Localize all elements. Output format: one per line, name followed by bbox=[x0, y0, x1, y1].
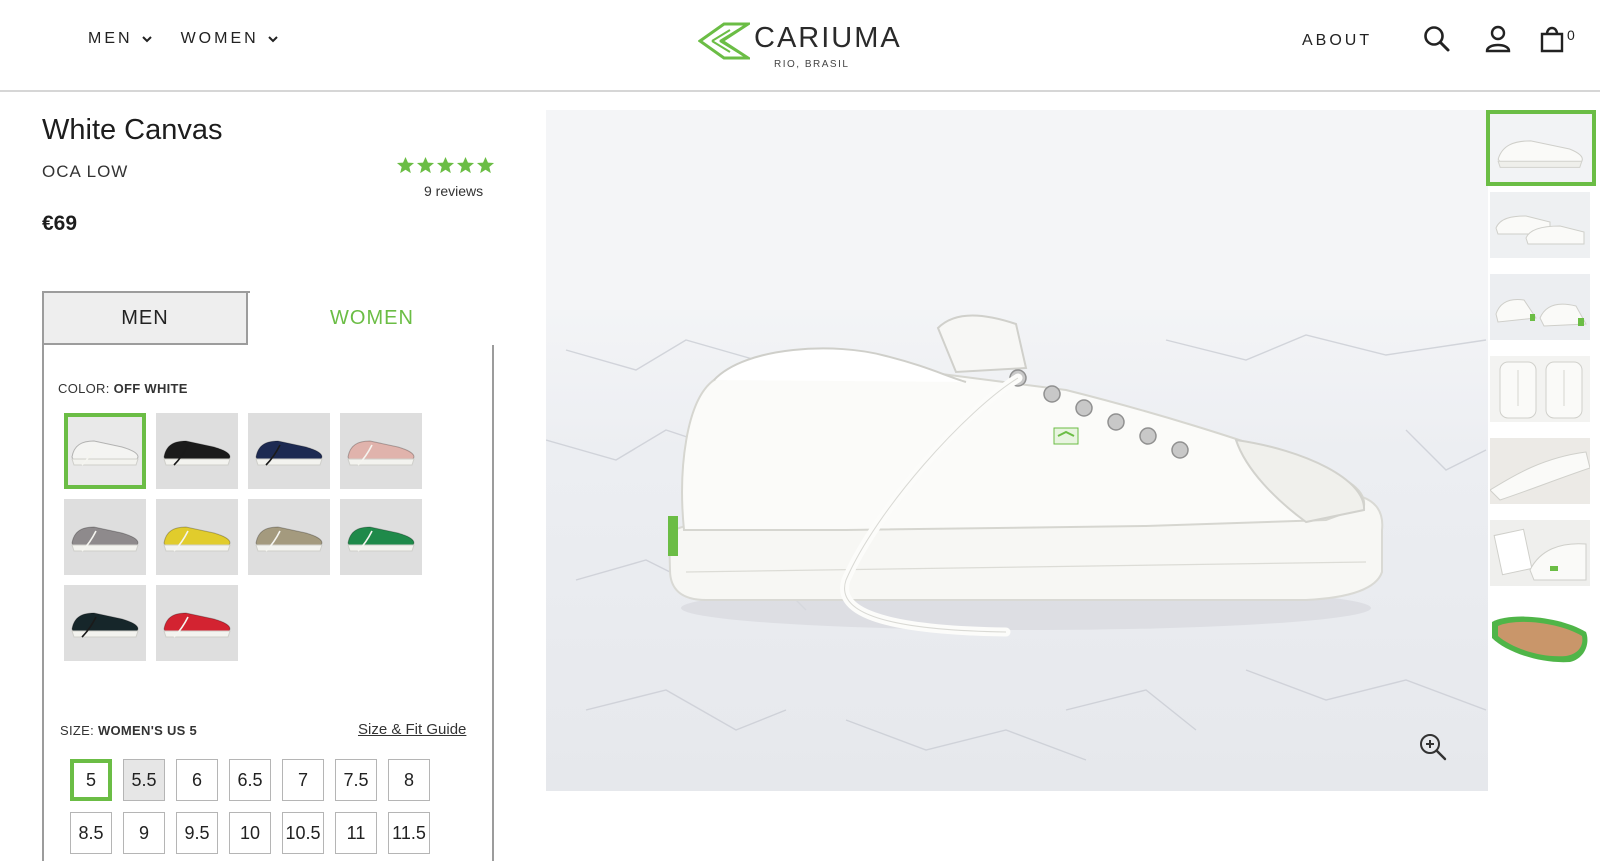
chevron-down-icon bbox=[267, 36, 278, 43]
size-option[interactable]: 11 bbox=[335, 812, 377, 854]
sneaker-side-thumbnail-image bbox=[1490, 438, 1590, 504]
color-swatch[interactable] bbox=[340, 413, 422, 489]
product-model: OCA LOW bbox=[42, 162, 129, 181]
tab-women[interactable]: WOMEN bbox=[250, 291, 494, 345]
search-button[interactable] bbox=[1420, 22, 1454, 56]
color-swatch[interactable] bbox=[340, 499, 422, 575]
star-icon bbox=[396, 156, 415, 174]
nav-men-label: MEN bbox=[88, 30, 133, 47]
size-option[interactable]: 6 bbox=[176, 759, 218, 801]
user-icon bbox=[1485, 25, 1511, 53]
nav-men[interactable]: MEN bbox=[88, 30, 153, 48]
size-option[interactable]: 8.5 bbox=[70, 812, 112, 854]
star-icon bbox=[456, 156, 475, 174]
color-swatch[interactable] bbox=[64, 585, 146, 661]
shoe-swatch-image bbox=[347, 526, 415, 552]
sneaker-top-thumbnail-image bbox=[1490, 356, 1590, 422]
size-value: WOMEN'S US 5 bbox=[97, 723, 198, 738]
color-swatch[interactable] bbox=[156, 499, 238, 575]
leaf-logo-icon bbox=[698, 22, 750, 60]
variant-selector: MEN WOMEN COLOR: OFF WHITE SIZE: WOMEN'S… bbox=[42, 291, 494, 861]
size-option[interactable]: 5.5 bbox=[123, 759, 165, 801]
nav-women-label: WOMEN bbox=[180, 30, 259, 47]
color-value: OFF WHITE bbox=[113, 381, 188, 396]
color-swatch[interactable] bbox=[248, 413, 330, 489]
size-option[interactable]: 6.5 bbox=[229, 759, 271, 801]
bag-icon bbox=[1540, 26, 1564, 53]
logo-wordmark: CARIUMA bbox=[754, 22, 902, 54]
nav-women[interactable]: WOMEN bbox=[181, 30, 279, 48]
thumbnail-2[interactable] bbox=[1490, 192, 1590, 258]
nav-about[interactable]: ABOUT bbox=[1302, 32, 1372, 50]
shoe-swatch-image bbox=[163, 440, 231, 466]
color-swatch[interactable] bbox=[64, 413, 146, 489]
size-fit-guide-link[interactable]: Size & Fit Guide bbox=[358, 721, 466, 738]
color-swatch[interactable] bbox=[156, 585, 238, 661]
thumbnail-3[interactable] bbox=[1490, 274, 1590, 340]
reviews-link[interactable]: 9 reviews bbox=[424, 183, 483, 199]
thumbnail-4[interactable] bbox=[1490, 356, 1590, 422]
rating-stars[interactable] bbox=[396, 156, 495, 175]
insole-thumbnail-image bbox=[1490, 602, 1590, 668]
search-icon bbox=[1424, 26, 1450, 52]
cart-button[interactable] bbox=[1535, 22, 1569, 56]
color-swatch[interactable] bbox=[156, 413, 238, 489]
cart-count-badge: 0 bbox=[1567, 27, 1575, 43]
sneaker-box-thumbnail-image bbox=[1490, 520, 1590, 586]
account-button[interactable] bbox=[1481, 22, 1515, 56]
site-header: MEN WOMEN CARIUMA RIO, BRASIL ABOUT 0 bbox=[0, 0, 1600, 92]
size-option[interactable]: 10.5 bbox=[282, 812, 324, 854]
shoe-swatch-image bbox=[71, 440, 139, 466]
chevron-down-icon bbox=[141, 36, 152, 43]
star-icon bbox=[476, 156, 495, 174]
star-icon bbox=[416, 156, 435, 174]
product-title: White Canvas bbox=[42, 114, 223, 146]
size-option[interactable]: 11.5 bbox=[388, 812, 430, 854]
shoe-swatch-image bbox=[71, 526, 139, 552]
size-option[interactable]: 10 bbox=[229, 812, 271, 854]
color-swatch[interactable] bbox=[248, 499, 330, 575]
size-option[interactable]: 9.5 bbox=[176, 812, 218, 854]
shoe-swatch-image bbox=[255, 526, 323, 552]
color-swatch[interactable] bbox=[64, 499, 146, 575]
thumbnail-7[interactable] bbox=[1490, 602, 1590, 668]
size-label: SIZE: WOMEN'S US 5 bbox=[60, 723, 197, 738]
sneaker-pair-thumbnail-image bbox=[1490, 192, 1590, 258]
size-label-prefix: SIZE: bbox=[60, 723, 95, 738]
thumbnail-5[interactable] bbox=[1490, 438, 1590, 504]
shoe-swatch-image bbox=[347, 440, 415, 466]
product-price: €69 bbox=[42, 212, 78, 235]
primary-nav: MEN WOMEN bbox=[88, 30, 279, 48]
brand-logo[interactable]: CARIUMA RIO, BRASIL bbox=[698, 20, 908, 72]
thumbnail-6[interactable] bbox=[1490, 520, 1590, 586]
zoom-in-icon[interactable] bbox=[1418, 732, 1448, 762]
tab-men[interactable]: MEN bbox=[42, 291, 248, 345]
sneaker-rear-thumbnail-image bbox=[1490, 274, 1590, 340]
size-option[interactable]: 7.5 bbox=[335, 759, 377, 801]
size-option[interactable]: 8 bbox=[388, 759, 430, 801]
sneaker-thumbnail-image bbox=[1490, 114, 1592, 182]
size-options: 5 5.5 6 6.5 7 7.5 8 8.5 9 9.5 10 10.5 11 11.5 bbox=[70, 759, 470, 854]
sneaker-photo bbox=[546, 110, 1488, 791]
size-option[interactable]: 7 bbox=[282, 759, 324, 801]
size-option[interactable]: 5 bbox=[70, 759, 112, 801]
color-label-prefix: COLOR: bbox=[58, 381, 110, 396]
size-option[interactable]: 9 bbox=[123, 812, 165, 854]
shoe-swatch-image bbox=[163, 612, 231, 638]
shoe-swatch-image bbox=[255, 440, 323, 466]
shoe-swatch-image bbox=[71, 612, 139, 638]
star-icon bbox=[436, 156, 455, 174]
thumbnail-1[interactable] bbox=[1486, 110, 1596, 186]
color-swatches bbox=[64, 413, 422, 661]
color-label: COLOR: OFF WHITE bbox=[58, 381, 188, 396]
logo-subtitle: RIO, BRASIL bbox=[774, 59, 850, 70]
product-main-image[interactable] bbox=[546, 110, 1488, 791]
shoe-swatch-image bbox=[163, 526, 231, 552]
